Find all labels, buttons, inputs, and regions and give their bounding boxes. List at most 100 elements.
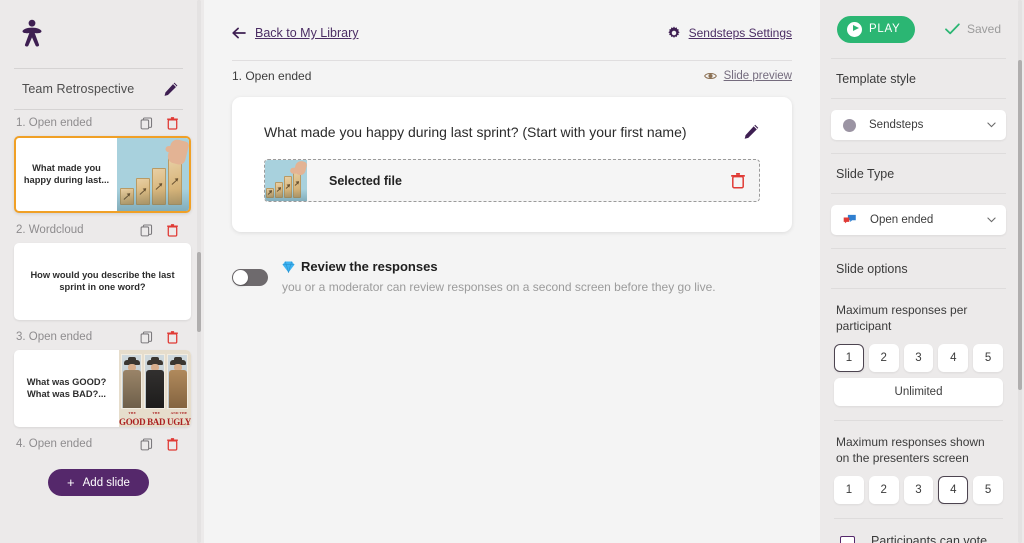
chevron-down-icon [987, 217, 996, 223]
template-style-title: Template style [836, 72, 916, 86]
slide-thumbnail-1[interactable]: What made you happy during last... [14, 136, 191, 213]
good-bad-ugly-art: THE GOOD THE BAD AND THE UGLY [119, 350, 191, 427]
max-on-screen-option-5[interactable]: 5 [973, 476, 1003, 504]
panel-divider-4 [831, 193, 1006, 194]
copy-icon[interactable] [140, 330, 153, 344]
max-per-participant-option-2[interactable]: 2 [868, 344, 899, 372]
slide-thumbnail-text-3: What was GOOD? What was BAD?... [26, 376, 107, 399]
slide-type-value: Open ended [870, 214, 934, 226]
question-card: What made you happy during last sprint? … [232, 97, 792, 232]
slide-label-row-3: 3. Open ended [14, 324, 183, 350]
template-style-value: Sendsteps [869, 119, 924, 131]
slide-label-row-2: 2. Wordcloud [14, 217, 183, 243]
selected-file-row[interactable]: Selected file [264, 159, 760, 202]
deck-title: Team Retrospective [22, 82, 135, 96]
editor-topbar: Back to My Library Sendsteps Settings [232, 20, 792, 46]
toggle-knob [233, 270, 248, 285]
slide-settings-panel: PLAY Saved Template style Sendsteps Slid… [820, 0, 1024, 543]
vote-on-responses-checkbox[interactable] [840, 536, 855, 543]
max-on-screen-option-1[interactable]: 1 [834, 476, 864, 504]
slide-label-row-1: 1. Open ended [14, 110, 183, 136]
trash-icon[interactable] [167, 223, 178, 237]
color-dot-icon [843, 118, 856, 132]
sendsteps-logo[interactable] [14, 0, 183, 68]
trash-icon[interactable] [167, 116, 178, 130]
slide-preview-link[interactable]: Slide preview [703, 70, 792, 82]
slide-type-select[interactable]: Open ended [831, 205, 1006, 235]
max-per-participant-unlimited[interactable]: Unlimited [834, 378, 1003, 406]
max-responses-on-screen-options: 1 2 3 4 5 [831, 466, 1006, 504]
pencil-icon[interactable] [162, 81, 179, 98]
play-button[interactable]: PLAY [837, 15, 916, 43]
slides-sidebar: Team Retrospective 1. Open ended What ma… [0, 0, 204, 543]
slide-thumbnail-image-1 [117, 138, 189, 211]
slide-meta-label: 1. Open ended [232, 69, 312, 83]
back-to-library-link[interactable]: Back to My Library [232, 26, 359, 40]
wooden-blocks-art [117, 138, 189, 211]
sendsteps-settings-link[interactable]: Sendsteps Settings [667, 26, 792, 40]
speech-bubbles-icon [843, 214, 856, 224]
template-style-select[interactable]: Sendsteps [831, 110, 1006, 140]
settings-panel-scrollbar[interactable] [1018, 0, 1022, 543]
saved-status: Saved [945, 22, 1001, 36]
max-per-participant-option-1[interactable]: 1 [834, 344, 864, 372]
add-slide-button[interactable]: + Add slide [48, 469, 149, 496]
gear-icon [667, 26, 680, 38]
sidebar-scrollbar[interactable] [197, 0, 201, 543]
review-responses-row: Review the responses you or a moderator … [232, 258, 792, 294]
deck-title-row: Team Retrospective [14, 69, 183, 109]
question-text: What made you happy during last sprint? … [264, 124, 687, 140]
copy-icon[interactable] [140, 437, 153, 451]
vote-on-responses-row: Participants can vote on responses of ot… [831, 519, 1006, 543]
max-responses-per-participant-options: 1 2 3 4 5 [831, 334, 1006, 372]
settings-panel-scrollbar-thumb[interactable] [1018, 60, 1022, 390]
panel-divider-2 [831, 98, 1006, 99]
max-per-participant-option-4[interactable]: 4 [938, 344, 969, 372]
poster-word-big-3: UGLY [167, 417, 191, 427]
slide-thumbnail-image-3: THE GOOD THE BAD AND THE UGLY [119, 350, 191, 427]
poster-word-big-2: BAD [147, 417, 166, 427]
sidebar-slide-label-3: 3. Open ended [16, 331, 93, 343]
trash-icon[interactable] [731, 172, 745, 189]
review-responses-toggle[interactable] [232, 269, 268, 286]
max-on-screen-option-4[interactable]: 4 [938, 476, 969, 504]
selected-file-thumbnail [265, 160, 307, 201]
slide-meta-row: 1. Open ended Slide preview [232, 61, 792, 91]
add-slide-label: Add slide [82, 476, 130, 489]
sidebar-slide-label-4: 4. Open ended [16, 438, 93, 450]
back-to-library-label: Back to My Library [255, 26, 359, 40]
copy-icon[interactable] [140, 116, 153, 130]
slide-label-row-4: 4. Open ended [14, 431, 183, 457]
saved-label: Saved [966, 22, 1001, 36]
slide-thumbnail-text-2: How would you describe the last sprint i… [30, 269, 175, 292]
trash-icon[interactable] [167, 330, 178, 344]
slide-options-title: Slide options [836, 262, 908, 276]
pencil-icon[interactable] [742, 123, 760, 141]
slide-thumbnail-2[interactable]: How would you describe the last sprint i… [14, 243, 191, 320]
max-on-screen-option-3[interactable]: 3 [903, 476, 934, 504]
sidebar-slide-label-2: 2. Wordcloud [16, 224, 84, 236]
sendsteps-settings-label: Sendsteps Settings [688, 26, 792, 40]
review-responses-title: Review the responses [301, 259, 438, 274]
slide-editor-panel: Back to My Library Sendsteps Settings 1.… [204, 0, 820, 543]
check-icon [945, 23, 960, 35]
max-per-participant-option-5[interactable]: 5 [973, 344, 1003, 372]
max-responses-on-screen-label: Maximum responses shown on the presenter… [836, 435, 985, 465]
eye-icon [703, 73, 717, 79]
chevron-down-icon [987, 122, 996, 128]
max-on-screen-option-2[interactable]: 2 [868, 476, 899, 504]
play-icon [847, 21, 862, 37]
play-label: PLAY [869, 23, 901, 35]
selected-file-label: Selected file [329, 173, 402, 188]
sidebar-scrollbar-thumb[interactable] [197, 252, 201, 332]
trash-icon[interactable] [167, 437, 178, 451]
max-per-participant-option-3[interactable]: 3 [903, 344, 934, 372]
arrow-left-icon [232, 27, 246, 39]
slide-thumbnail-3[interactable]: What was GOOD? What was BAD?... THE GOOD… [14, 350, 191, 427]
sendsteps-logo-icon [22, 19, 42, 47]
vote-on-responses-label: Participants can vote on responses of ot… [871, 534, 988, 543]
poster-word-big-1: GOOD [119, 417, 146, 427]
sidebar-slide-label-1: 1. Open ended [16, 117, 93, 129]
plus-icon: + [67, 475, 75, 490]
copy-icon[interactable] [140, 223, 153, 237]
